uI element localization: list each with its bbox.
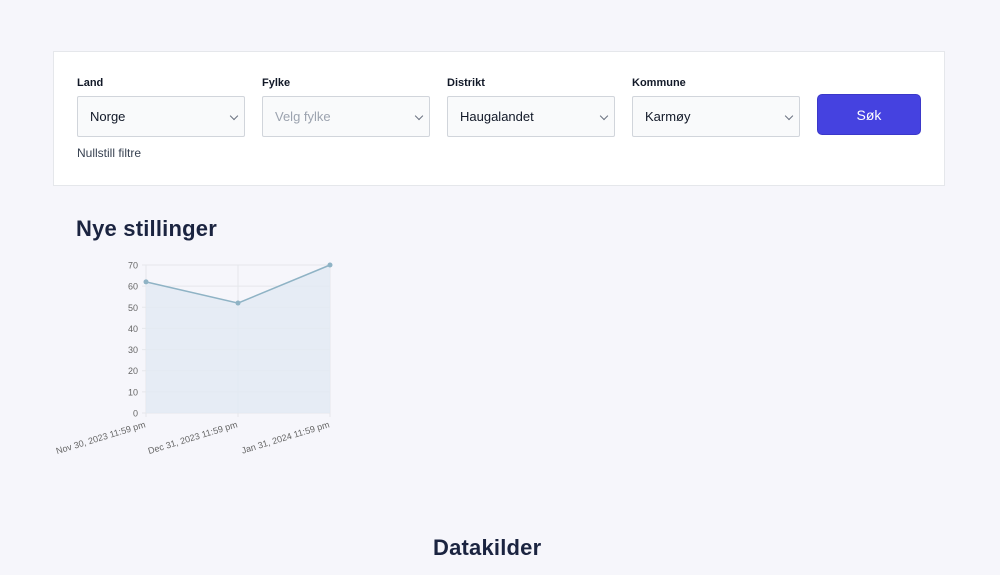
y-tick-label: 50 <box>128 303 138 313</box>
sources-title: Datakilder <box>433 535 542 560</box>
chevron-down-icon <box>599 111 609 120</box>
land-label: Land <box>77 77 104 89</box>
chevron-down-icon <box>414 111 424 120</box>
x-tick-label: Nov 30, 2023 11:59 pm <box>55 419 147 456</box>
fylke-select[interactable]: Velg fylke <box>262 96 430 137</box>
kommune-label: Kommune <box>632 77 686 89</box>
data-point <box>235 300 241 306</box>
chevron-down-icon <box>784 111 794 120</box>
x-tick-label: Dec 31, 2023 11:59 pm <box>147 419 239 456</box>
y-tick-label: 40 <box>128 324 138 334</box>
fylke-placeholder: Velg fylke <box>275 109 331 124</box>
chevron-down-icon <box>229 111 239 120</box>
distrikt-label: Distrikt <box>447 77 485 89</box>
kommune-value: Karmøy <box>645 109 691 124</box>
filter-panel: Land Norge Fylke Velg fylke Distrikt Hau… <box>53 51 945 186</box>
top-cutoff-text <box>340 0 540 2</box>
distrikt-value: Haugalandet <box>460 109 534 124</box>
reset-filters-link[interactable]: Nullstill filtre <box>77 146 141 160</box>
data-point <box>143 279 149 285</box>
new-jobs-title: Nye stillinger <box>76 216 217 241</box>
distrikt-select[interactable]: Haugalandet <box>447 96 615 137</box>
y-tick-label: 10 <box>128 387 138 397</box>
land-value: Norge <box>90 109 126 124</box>
fylke-label: Fylke <box>262 77 291 89</box>
land-select[interactable]: Norge <box>77 96 245 137</box>
search-button[interactable]: Søk <box>817 94 921 135</box>
chart-svg: 0 10 20 30 40 50 60 70 Nov 30, 2023 11:59 pm Dec … <box>55 261 333 456</box>
y-tick-label: 70 <box>128 261 138 271</box>
data-point <box>327 262 333 268</box>
new-jobs-chart: 0 10 20 30 40 50 60 70 Nov 30, 2023 11:59 pm Dec … <box>40 255 340 470</box>
y-tick-label: 60 <box>128 282 138 292</box>
land-field: Land Norge <box>77 77 245 137</box>
kommune-select[interactable]: Karmøy <box>632 96 800 137</box>
distrikt-field: Distrikt Haugalandet <box>447 77 615 137</box>
kommune-field: Kommune Karmøy <box>632 77 800 137</box>
y-tick-label: 30 <box>128 345 138 355</box>
y-tick-label: 0 <box>133 409 138 419</box>
x-tick-label: Jan 31, 2024 11:59 pm <box>240 419 330 455</box>
y-tick-label: 20 <box>128 366 138 376</box>
fylke-field: Fylke Velg fylke <box>262 77 430 137</box>
